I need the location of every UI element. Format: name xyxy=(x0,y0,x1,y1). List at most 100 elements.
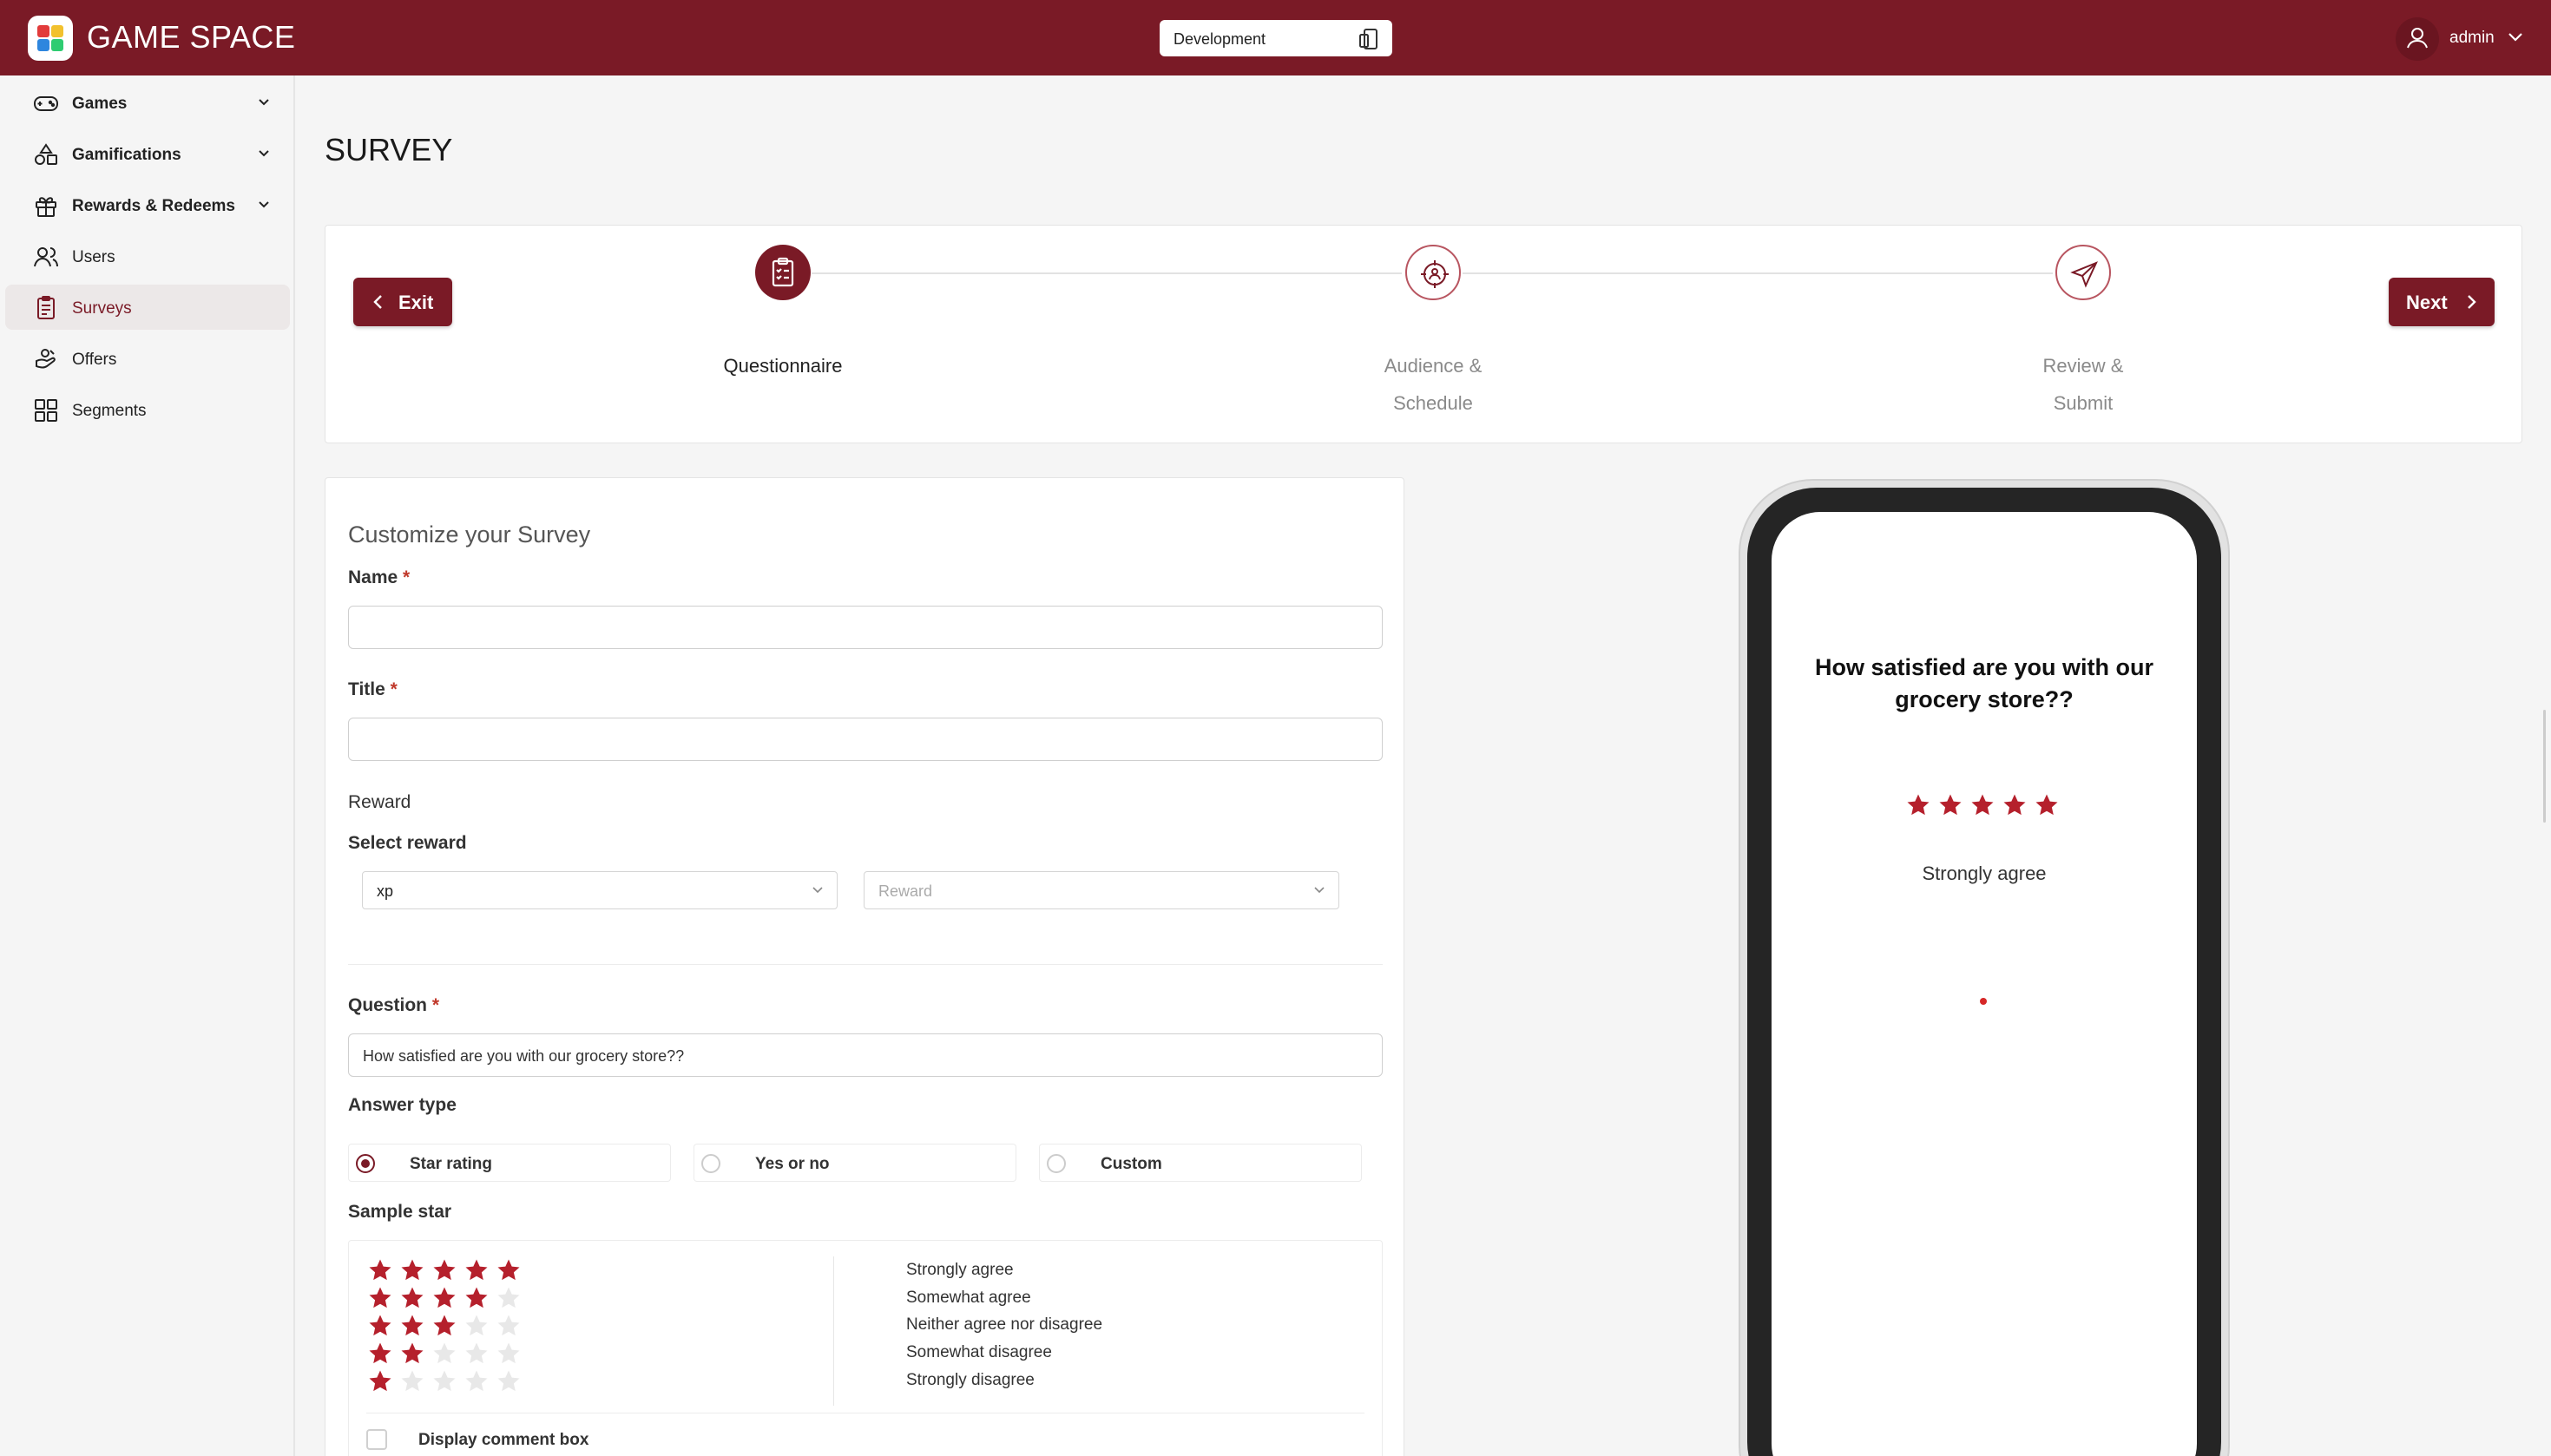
star-filled-icon xyxy=(1907,794,1930,816)
answer-type-yes-no[interactable]: Yes or no xyxy=(694,1144,1016,1182)
exit-button[interactable]: Exit xyxy=(353,278,452,326)
step-label-line: Questionnaire xyxy=(723,355,843,377)
target-user-icon xyxy=(1421,260,1449,288)
reward-type-value: xp xyxy=(377,882,394,900)
reward-select[interactable]: Reward xyxy=(864,871,1339,909)
step-connector xyxy=(1463,272,2053,274)
sidebar-item-label: Surveys xyxy=(72,299,132,318)
star-filled-icon xyxy=(369,1342,391,1364)
star-filled-icon xyxy=(369,1259,391,1281)
sidebar-item-segments[interactable]: Segments xyxy=(5,387,290,432)
answer-type-custom[interactable]: Custom xyxy=(1039,1144,1362,1182)
step-label-line: Review & xyxy=(2042,355,2124,377)
chevron-down-icon[interactable] xyxy=(257,200,271,210)
survey-form-card: Customize your Survey Name * Title * Rew… xyxy=(325,477,1404,1456)
clipboard-icon xyxy=(37,296,55,319)
reward-placeholder: Reward xyxy=(878,882,933,900)
star-empty-icon xyxy=(465,1315,488,1336)
chevron-down-icon[interactable] xyxy=(257,97,271,108)
step-review[interactable] xyxy=(2055,245,2111,300)
column-divider xyxy=(833,1256,834,1406)
chevron-left-icon xyxy=(373,295,382,309)
chevron-down-icon[interactable] xyxy=(2507,31,2524,43)
gift-icon xyxy=(36,197,56,217)
sidebar-item-offers[interactable]: Offers xyxy=(5,336,290,381)
sidebar-item-label: Games xyxy=(72,95,128,113)
star-filled-icon xyxy=(369,1315,391,1336)
star-empty-icon xyxy=(433,1342,456,1364)
radio-button[interactable] xyxy=(1047,1154,1066,1173)
answer-type-star-rating[interactable]: Star rating xyxy=(348,1144,671,1182)
radio-button[interactable] xyxy=(356,1154,375,1173)
radio-label: Star rating xyxy=(410,1155,493,1173)
scale-label: Strongly agree xyxy=(906,1261,1014,1279)
star-filled-icon xyxy=(2035,794,2058,816)
chevron-down-icon xyxy=(812,887,823,894)
app-logo[interactable] xyxy=(28,16,73,61)
clipboard-check-icon xyxy=(772,257,794,287)
brand-name: GAME SPACE xyxy=(87,19,296,55)
sidebar-item-surveys[interactable]: Surveys xyxy=(5,285,290,330)
radio-label: Custom xyxy=(1101,1155,1162,1173)
top-bar: GAME SPACE Development admin xyxy=(0,0,2551,75)
grid-icon xyxy=(35,399,57,422)
reward-type-select[interactable]: xp xyxy=(362,871,838,909)
chevron-down-icon[interactable] xyxy=(257,148,271,159)
sidebar-item-games[interactable]: Games xyxy=(5,80,290,125)
sidebar-item-label: Offers xyxy=(72,351,117,369)
question-input[interactable]: How satisfied are you with our grocery s… xyxy=(348,1033,1383,1077)
title-input[interactable] xyxy=(348,718,1383,761)
step-label-review: Review & Submit xyxy=(1953,347,2213,422)
star-filled-icon xyxy=(433,1259,456,1281)
name-label-text: Name xyxy=(348,567,398,587)
phone-screen: How satisfied are you with our grocery s… xyxy=(1772,512,2197,1456)
step-audience[interactable] xyxy=(1405,245,1461,300)
next-button[interactable]: Next xyxy=(2389,278,2495,326)
exit-label: Exit xyxy=(398,292,434,313)
star-filled-icon xyxy=(1939,794,1962,816)
scale-label: Somewhat agree xyxy=(906,1289,1031,1307)
name-input[interactable] xyxy=(348,606,1383,649)
page-scrollbar[interactable] xyxy=(2543,710,2546,823)
environment-value: Development xyxy=(1174,30,1266,48)
question-value: How satisfied are you with our grocery s… xyxy=(363,1047,685,1065)
comment-box-label: Display comment box xyxy=(418,1431,589,1449)
star-filled-icon xyxy=(1971,794,1994,816)
star-filled-icon xyxy=(401,1342,424,1364)
comment-box-checkbox[interactable] xyxy=(366,1429,387,1450)
chevron-right-icon xyxy=(2468,295,2476,309)
step-label-line: Audience & xyxy=(1384,355,1483,377)
star-empty-icon xyxy=(497,1370,520,1392)
sidebar-item-gamifications[interactable]: Gamifications xyxy=(5,131,290,176)
user-avatar[interactable] xyxy=(2396,17,2439,61)
star-empty-icon xyxy=(497,1315,520,1336)
sidebar-item-label: Users xyxy=(72,248,115,266)
star-filled-icon xyxy=(433,1315,456,1336)
scale-label: Somewhat disagree xyxy=(906,1343,1052,1361)
phone-preview: How satisfied are you with our grocery s… xyxy=(1739,479,2230,1456)
title-label-text: Title xyxy=(348,679,385,699)
star-filled-icon xyxy=(369,1287,391,1308)
sample-star-label: Sample star xyxy=(348,1202,452,1222)
user-icon xyxy=(2407,28,2428,49)
star-empty-icon xyxy=(433,1370,456,1392)
chevron-down-icon xyxy=(1314,887,1325,894)
sidebar-item-label: Rewards & Redeems xyxy=(72,197,235,215)
star-filled-icon xyxy=(401,1259,424,1281)
environment-select[interactable]: Development xyxy=(1160,20,1392,56)
star-filled-icon xyxy=(401,1287,424,1308)
scale-label: Strongly disagree xyxy=(906,1371,1035,1389)
device-switch-icon xyxy=(1359,29,1377,49)
title-label: Title * xyxy=(348,679,398,699)
star-empty-icon xyxy=(465,1342,488,1364)
star-filled-icon xyxy=(401,1315,424,1336)
sidebar-item-rewards[interactable]: Rewards & Redeems xyxy=(5,182,290,227)
sidebar-item-label: Segments xyxy=(72,402,147,420)
user-name[interactable]: admin xyxy=(2449,29,2495,48)
radio-button[interactable] xyxy=(701,1154,720,1173)
sidebar-item-users[interactable]: Users xyxy=(5,233,290,279)
preview-indicator-dot xyxy=(1980,998,1987,1005)
send-icon xyxy=(2070,261,2098,288)
step-questionnaire[interactable] xyxy=(755,245,811,300)
radio-label: Yes or no xyxy=(755,1155,830,1173)
